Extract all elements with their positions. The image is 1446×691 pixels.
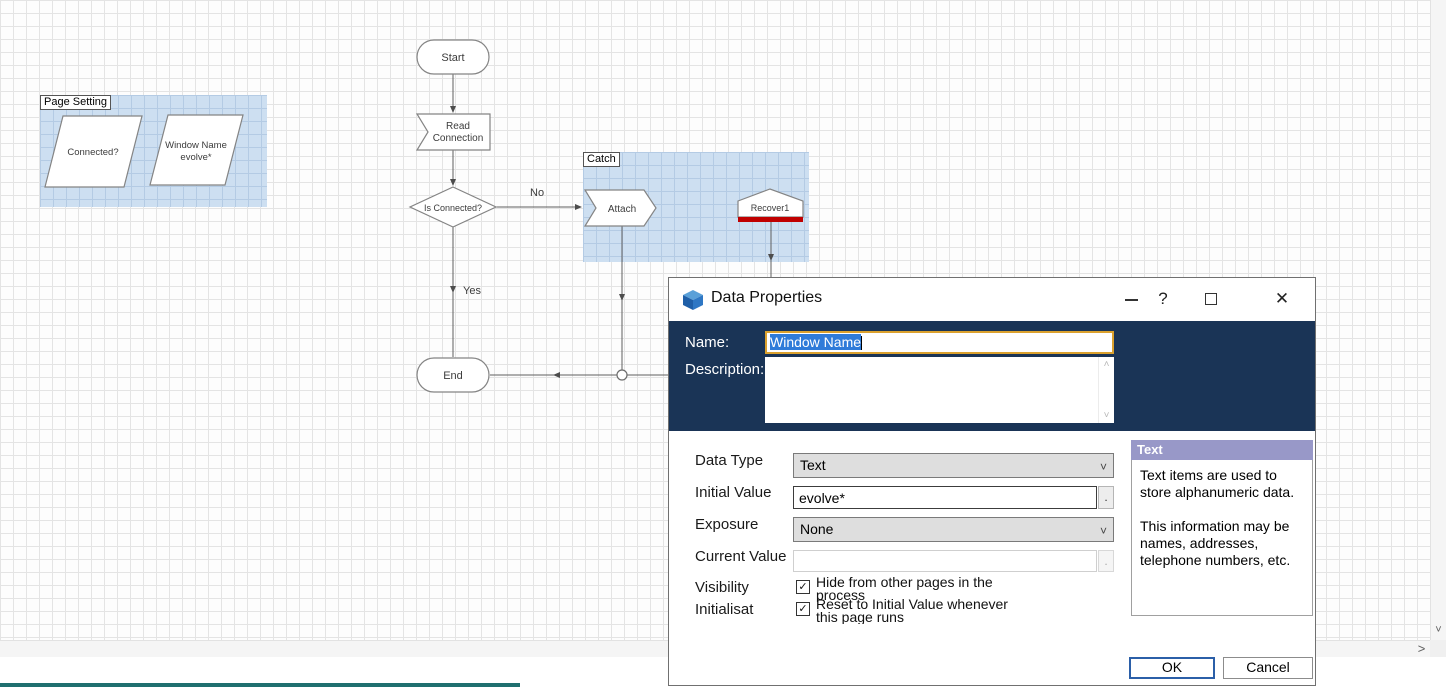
initial-value-input[interactable] — [793, 486, 1097, 509]
exposure-value: None — [800, 521, 833, 537]
initialisation-checkbox[interactable]: ✓ — [796, 602, 810, 616]
dialog-titlebar[interactable]: Data Properties ? ✕ — [669, 278, 1315, 321]
current-value-label: Current Value — [695, 548, 786, 565]
data-type-info-panel: Text Text items are used to store alphan… — [1131, 440, 1313, 616]
catch-block[interactable]: Catch — [583, 152, 809, 262]
data-properties-dialog: Data Properties ? ✕ Name: Window Name De… — [668, 277, 1316, 686]
scroll-up-icon[interactable]: ˄ — [1099, 359, 1114, 370]
initial-value-browse-button[interactable]: . — [1098, 486, 1114, 509]
description-scrollbar[interactable]: ˄ ˅ — [1098, 357, 1114, 423]
chevron-down-icon: ˅ — [1100, 520, 1107, 543]
dialog-header-panel: Name: Window Name Description: ˄ ˅ — [669, 321, 1315, 431]
cancel-button[interactable]: Cancel — [1223, 657, 1313, 679]
description-input[interactable]: ˄ ˅ — [765, 357, 1114, 423]
close-icon[interactable]: ✕ — [1271, 286, 1293, 312]
dialog-app-icon — [681, 288, 705, 312]
initialisation-checkbox-text: Reset to Initial Value whenever this pag… — [816, 598, 1016, 624]
chevron-down-icon: ˅ — [1100, 456, 1107, 479]
teal-accent-bar — [0, 683, 520, 687]
initial-value-label: Initial Value — [695, 484, 771, 501]
info-panel-paragraph: This information may be names, addresses… — [1140, 518, 1304, 569]
check-icon: ✓ — [798, 581, 807, 593]
info-panel-header: Text — [1131, 440, 1313, 460]
minimize-icon[interactable] — [1125, 299, 1138, 301]
scrollbar-corner — [1430, 640, 1446, 657]
maximize-icon[interactable] — [1205, 293, 1217, 305]
page-setting-block-label: Page Setting — [40, 95, 111, 110]
catch-block-label: Catch — [583, 152, 620, 167]
vertical-scrollbar[interactable]: ˅ — [1430, 0, 1446, 640]
name-input[interactable]: Window Name — [765, 331, 1114, 354]
exposure-dropdown[interactable]: None ˅ — [793, 517, 1114, 542]
description-label: Description: — [685, 361, 764, 378]
info-panel-body: Text items are used to store alphanumeri… — [1131, 460, 1313, 616]
exposure-label: Exposure — [695, 516, 758, 533]
data-type-label: Data Type — [695, 452, 763, 469]
current-value-input — [793, 550, 1097, 572]
scroll-down-icon[interactable]: ˅ — [1099, 410, 1114, 421]
scroll-right-icon[interactable]: ˃ — [1413, 641, 1430, 657]
info-panel-paragraph: Text items are used to store alphanumeri… — [1140, 467, 1304, 501]
dialog-title: Data Properties — [711, 289, 822, 307]
data-type-value: Text — [800, 457, 826, 473]
visibility-label: Visibility — [695, 579, 749, 596]
page-setting-block[interactable]: Page Setting — [40, 95, 267, 207]
check-icon: ✓ — [798, 603, 807, 615]
current-value-browse-button: . — [1098, 550, 1114, 572]
text-caret — [861, 336, 862, 350]
initialisation-label: Initialisat — [695, 601, 753, 618]
visibility-checkbox[interactable]: ✓ — [796, 580, 810, 594]
name-input-selected-text: Window Name — [770, 334, 861, 350]
help-icon[interactable]: ? — [1153, 286, 1173, 312]
name-label: Name: — [685, 334, 729, 351]
ok-button[interactable]: OK — [1129, 657, 1215, 679]
data-type-dropdown[interactable]: Text ˅ — [793, 453, 1114, 478]
scroll-down-icon[interactable]: ˅ — [1431, 623, 1446, 640]
